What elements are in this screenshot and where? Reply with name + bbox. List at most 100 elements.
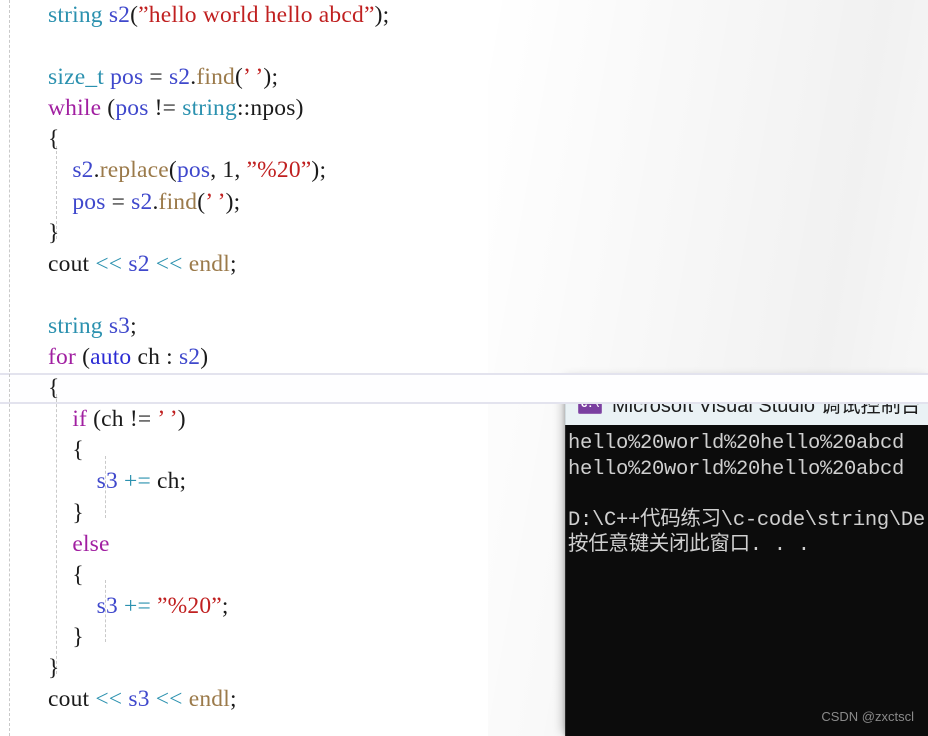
code-token: << [155,250,183,277]
code-token: if [72,406,88,433]
code-token: ::npos [236,95,296,122]
code-token: ( [101,95,116,122]
code-line[interactable]: size_t pos = s2.find(’ ’); [0,62,928,93]
code-token: ) [200,344,209,371]
code-token: ”hello world hello abcd” [138,2,375,28]
code-token: while [48,95,102,122]
code-token: ch : [131,344,179,371]
code-token: ( [168,157,177,184]
code-token: ; [382,2,390,28]
code-line[interactable]: cout << s2 << endl; [0,249,928,280]
code-token: ’ ’ [205,188,226,215]
code-line[interactable] [0,31,928,62]
code-token: << [95,250,123,277]
code-line[interactable]: { [0,124,928,155]
code-token: << [95,686,123,713]
code-token: s3 [96,468,118,495]
code-token: != [148,95,183,122]
code-line-text: { [0,373,59,404]
console-output-line: hello%20world%20hello%20abcd [568,432,905,455]
code-token: ) [225,188,234,215]
code-line-text: } [0,218,59,249]
code-line[interactable]: string s2(”hello world hello abcd”); [0,0,928,31]
code-token: s2 [131,188,153,215]
code-line-text: s3 += ch; [0,466,186,497]
code-token: s2 [168,64,191,91]
code-token: ”%20” [156,592,222,619]
code-token: = [143,64,169,91]
code-token: find [196,64,235,91]
code-token: ; [271,64,279,91]
code-line[interactable]: s2.replace(pos, 1, ”%20”); [0,155,928,186]
code-token: ) [295,95,304,122]
code-token: endl [188,250,230,277]
code-token: ; [233,188,241,215]
code-token: } [48,219,60,246]
code-token: pos [115,95,149,122]
code-line[interactable]: { [0,373,928,405]
code-token: pos [176,157,211,184]
code-token: size_t [48,64,105,91]
code-token: string [182,95,237,122]
code-token: for [48,344,77,371]
code-token: pos [110,64,144,91]
code-line[interactable]: while (pos != string::npos) [0,93,928,124]
code-line-text: { [0,560,84,591]
code-token: ) [177,406,186,433]
code-token: = [105,188,132,215]
code-token: += [123,468,151,495]
code-line[interactable]: } [0,218,928,249]
code-line-text: cout << s3 << endl; [0,684,237,715]
code-token: ( [234,64,244,91]
code-line-text: s3 += ”%20”; [0,591,229,622]
code-line[interactable]: pos = s2.find(’ ’); [0,187,928,218]
code-token: cout [48,686,90,713]
code-token: string [48,2,103,28]
code-token: ch; [150,468,187,495]
code-token: { [72,437,84,464]
code-line-text: s2.replace(pos, 1, ”%20”); [0,155,326,186]
code-token: s3 [108,312,131,339]
code-line-text: size_t pos = s2.find(’ ’); [0,62,278,93]
code-token: cout [48,250,90,277]
code-line-text: string s3; [0,311,137,342]
code-line-text: { [0,435,84,466]
code-token: ; [229,686,237,713]
code-line-text: pos = s2.find(’ ’); [0,187,240,218]
code-token: ”%20” [246,157,312,184]
code-line-text: string s2(”hello world hello abcd”); [0,0,389,31]
code-token: auto [90,344,132,371]
code-line-text: } [0,622,84,653]
code-line[interactable] [0,280,928,311]
code-line[interactable]: for (auto ch : s2) [0,342,928,373]
code-token: , [234,157,247,184]
code-token: ; [130,312,137,339]
code-line-text: } [0,498,84,529]
code-token: , [210,157,223,184]
code-line[interactable]: string s3; [0,311,928,342]
console-window[interactable]: C:\ Microsoft Visual Studio 调试控制台 hello%… [565,380,928,736]
code-token: ( [76,344,91,371]
code-line-text: cout << s2 << endl; [0,249,237,280]
code-token: replace [99,157,169,184]
code-token: } [48,654,60,681]
code-token: else [72,530,110,557]
code-token: } [72,499,84,526]
code-token: s3 [128,686,150,713]
code-token: { [72,561,84,588]
code-token: ’ ’ [157,406,178,433]
code-token: ( [130,2,139,28]
code-token: ; [221,592,229,619]
code-token: } [72,623,84,650]
code-token: endl [188,686,230,713]
console-output-area[interactable]: hello%20world%20hello%20abcd hello%20worl… [565,425,928,736]
code-token: ; [319,157,327,184]
